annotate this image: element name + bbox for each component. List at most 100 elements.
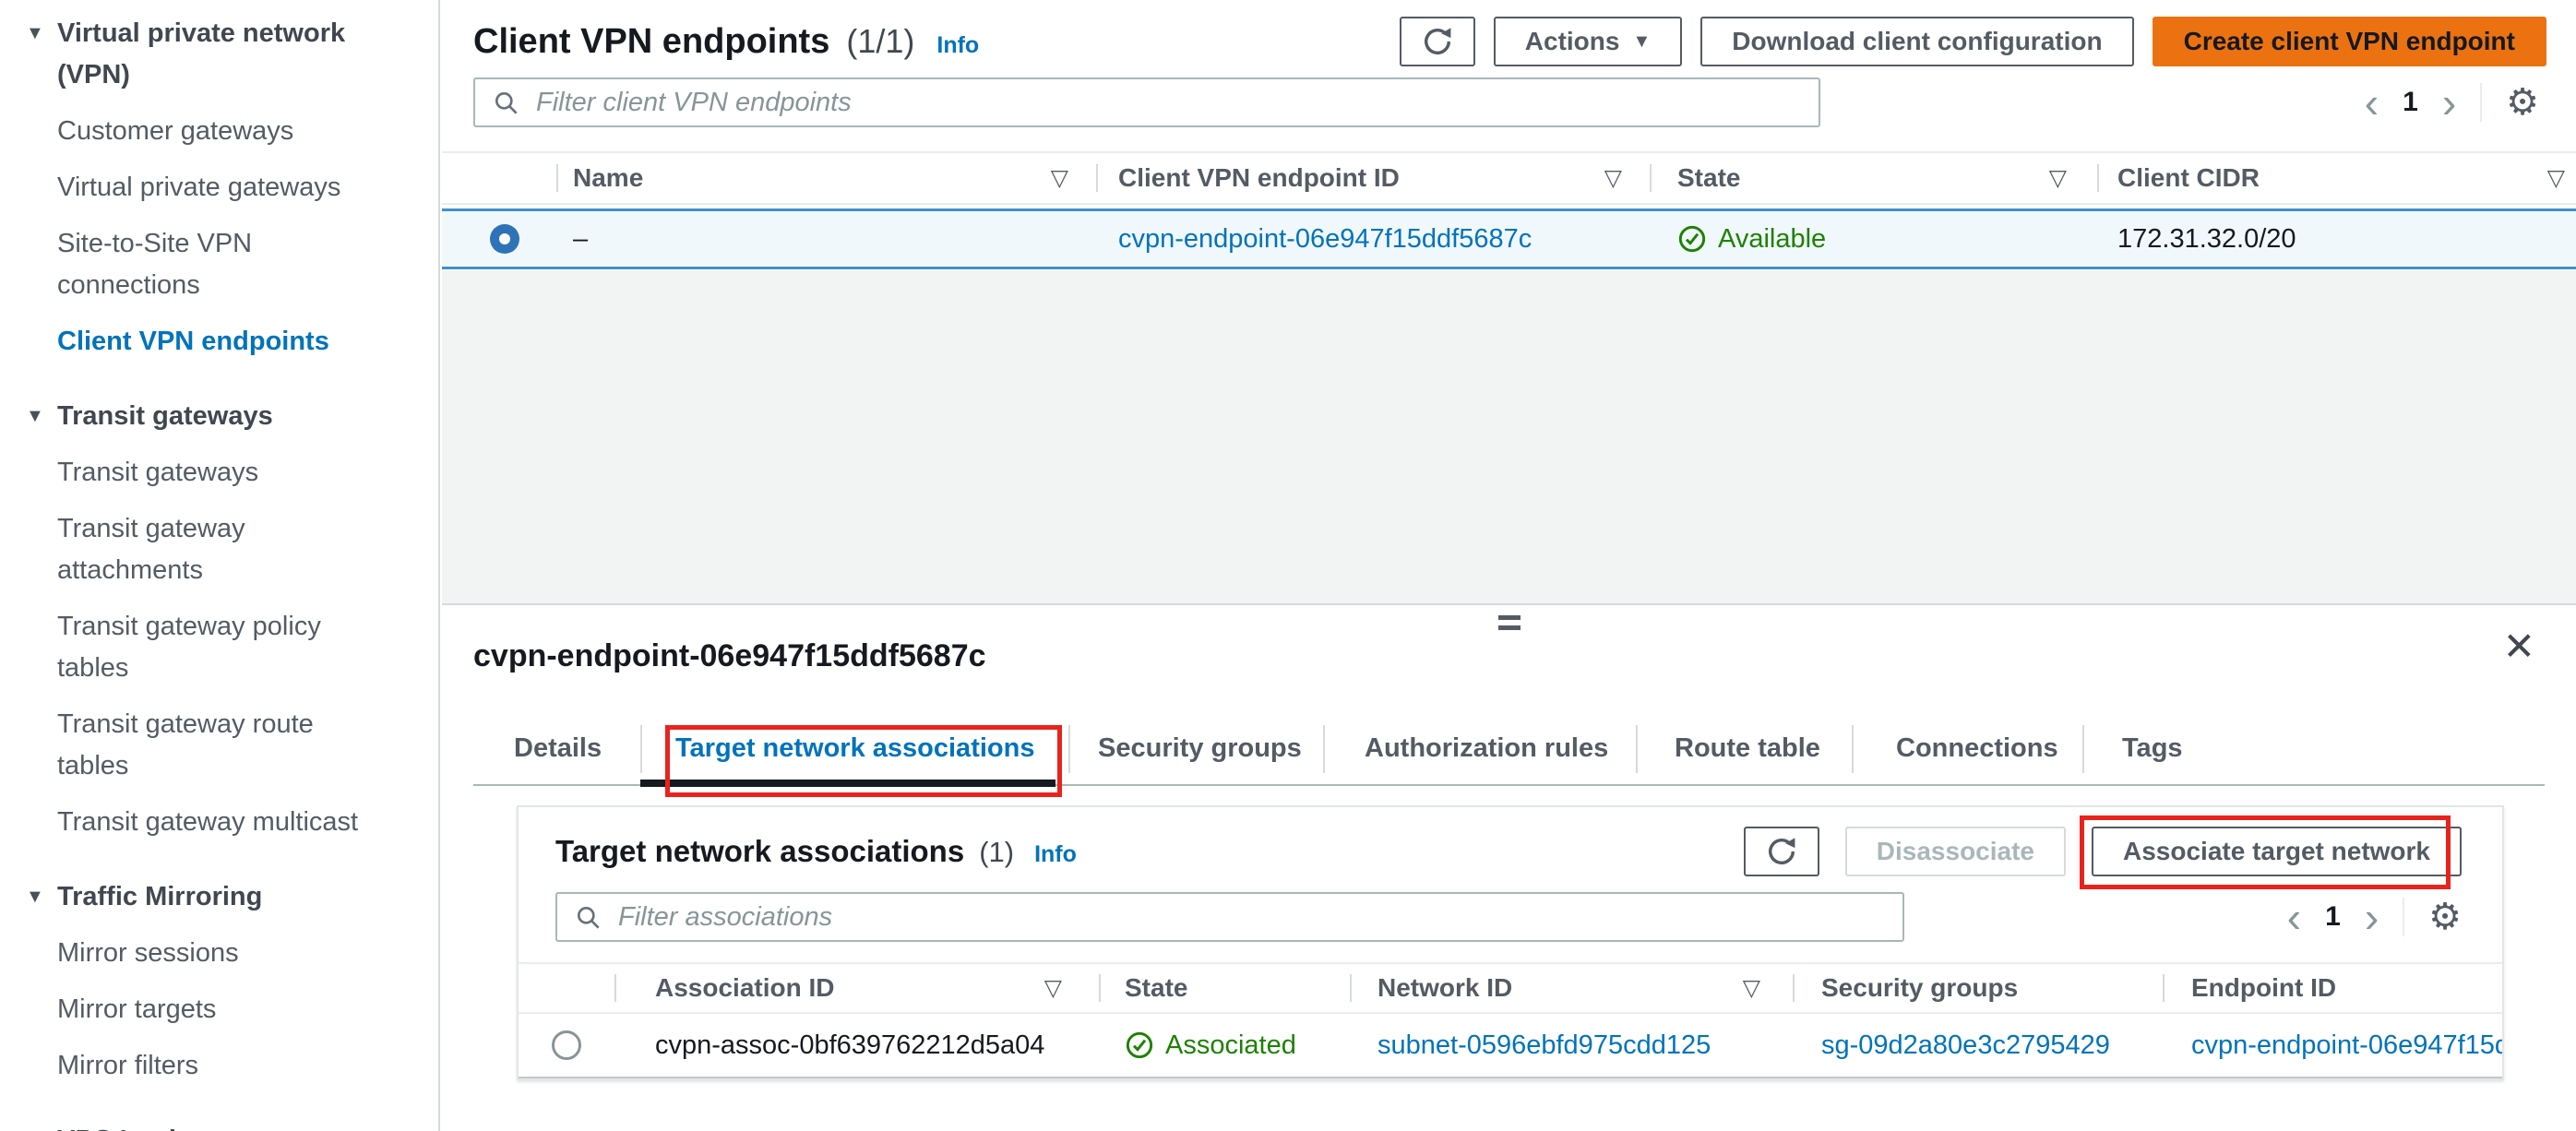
endpoints-filter [473, 77, 1820, 127]
gear-icon[interactable]: ⚙ [2506, 77, 2539, 127]
divider [2082, 725, 2084, 773]
associations-refresh-button[interactable] [1743, 827, 1819, 876]
column-header-name[interactable]: Name ▽ [556, 153, 1096, 203]
divider [2403, 898, 2405, 936]
column-header-association-id[interactable]: Association ID ▽ [614, 964, 1099, 1012]
info-link[interactable]: Info [1034, 841, 1077, 868]
tab-security-groups[interactable]: Security groups [1098, 720, 1302, 777]
download-client-configuration-button[interactable]: Download client configuration [1700, 17, 2134, 66]
sidebar-item-transit-gateway-attachments[interactable]: Transit gateway attachments [57, 508, 380, 591]
sidebar-item-mirror-filters[interactable]: Mirror filters [57, 1045, 380, 1087]
divider [1852, 725, 1854, 773]
caret-down-icon: ▼ [1632, 30, 1652, 52]
sidebar-section-vpc-lattice[interactable]: ▼ VPC Lattice [26, 1120, 438, 1131]
tab-authorization-rules[interactable]: Authorization rules [1365, 720, 1608, 777]
endpoints-filter-input[interactable] [473, 77, 1820, 127]
chevron-left-icon[interactable]: ‹ [2287, 892, 2301, 942]
associations-filter [555, 892, 1904, 942]
column-header-endpoint-id[interactable]: Client VPN endpoint ID ▽ [1096, 153, 1650, 203]
sidebar-item-mirror-targets[interactable]: Mirror targets [57, 989, 380, 1030]
sidebar-item-transit-gateway-multicast[interactable]: Transit gateway multicast [57, 802, 380, 843]
info-link[interactable]: Info [936, 32, 979, 59]
current-page[interactable]: 1 [2325, 901, 2341, 933]
row-radio-selected[interactable] [490, 224, 519, 254]
refresh-button[interactable] [1399, 17, 1475, 66]
associations-table-header: Association ID ▽ State Network ID ▽ Secu… [519, 962, 2502, 1014]
subnet-link[interactable]: subnet-0596ebfd975cdd125 [1377, 1030, 1711, 1061]
card-count: (1) [979, 836, 1015, 868]
endpoint-id-link[interactable]: cvpn-endpoint-06e947f15ddf5687c [2191, 1030, 2502, 1061]
sidebar-item-transit-gateway-route-tables[interactable]: Transit gateway route tables [57, 704, 380, 787]
create-client-vpn-endpoint-button[interactable]: Create client VPN endpoint [2152, 17, 2546, 66]
sidebar-item-customer-gateways[interactable]: Customer gateways [57, 111, 380, 152]
column-header-state[interactable]: State [1099, 964, 1350, 1012]
association-table-row[interactable]: cvpn-assoc-0bf639762212d5a04 Associated … [519, 1014, 2502, 1078]
page-header: Client VPN endpoints (1/1) Info Actions … [473, 0, 2546, 83]
tab-target-network-associations[interactable]: Target network associations [675, 720, 1034, 777]
sidebar-item-transit-gateways[interactable]: Transit gateways [57, 452, 380, 494]
sort-icon[interactable]: ▽ [1051, 164, 1068, 192]
sidebar-section-transit-gateways[interactable]: ▼ Transit gateways [26, 396, 438, 437]
endpoint-id-link[interactable]: cvpn-endpoint-06e947f15ddf5687c [1118, 224, 1532, 255]
sidebar-item-virtual-private-gateways[interactable]: Virtual private gateways [57, 167, 380, 208]
card-title: Target network associations [555, 834, 965, 868]
tab-connections[interactable]: Connections [1896, 720, 2058, 777]
associations-filter-input[interactable] [555, 892, 1904, 942]
sidebar-item-transit-gateway-policy-tables[interactable]: Transit gateway policy tables [57, 606, 380, 689]
sidebar-section-vpn[interactable]: ▼ Virtual private network (VPN) [26, 13, 438, 96]
endpoints-pager: ‹ 1 › ⚙ [2365, 77, 2539, 127]
divider [1636, 725, 1638, 773]
client-cidr-value: 172.31.32.0/20 [2117, 223, 2296, 254]
chevron-left-icon[interactable]: ‹ [2365, 77, 2379, 127]
endpoint-table-row[interactable]: – cvpn-endpoint-06e947f15ddf5687c Availa… [442, 208, 2576, 269]
divider [2163, 974, 2165, 1002]
tab-route-table[interactable]: Route table [1675, 720, 1820, 777]
divider [2480, 83, 2483, 122]
sidebar-section-traffic-mirroring[interactable]: ▼ Traffic Mirroring [26, 876, 438, 918]
chevron-right-icon[interactable]: › [2442, 77, 2456, 127]
status-ok-icon [1678, 225, 1706, 253]
close-icon[interactable]: ✕ [2503, 627, 2535, 666]
chevron-right-icon[interactable]: › [2365, 892, 2379, 942]
column-header-client-cidr[interactable]: Client CIDR ▽ [2097, 153, 2576, 203]
sort-icon[interactable]: ▽ [1743, 974, 1760, 1002]
sidebar-section-label: Transit gateways [57, 401, 273, 431]
expander-icon: ▼ [26, 887, 44, 907]
row-radio[interactable] [552, 1030, 581, 1060]
endpoints-table-header: Name ▽ Client VPN endpoint ID ▽ State ▽ … [442, 151, 2576, 205]
sort-icon[interactable]: ▽ [1604, 164, 1622, 192]
expander-icon: ▼ [26, 406, 44, 426]
divider [640, 725, 642, 773]
target-network-associations-card: Target network associations (1) Info Dis… [517, 805, 2504, 1080]
refresh-icon [1768, 838, 1795, 865]
sidebar-item-client-vpn-endpoints[interactable]: Client VPN endpoints [57, 321, 380, 363]
column-header-state[interactable]: State ▽ [1650, 153, 2097, 203]
disassociate-button[interactable]: Disassociate [1844, 827, 2066, 876]
detail-panel-title: cvpn-endpoint-06e947f15ddf5687c [473, 638, 986, 673]
sidebar-item-site-to-site-vpn-connections[interactable]: Site-to-Site VPN connections [57, 223, 380, 306]
current-page[interactable]: 1 [2403, 87, 2418, 118]
actions-button[interactable]: Actions ▼ [1493, 17, 1683, 66]
tab-tags[interactable]: Tags [2122, 720, 2183, 777]
status-badge: Available [1677, 224, 1826, 255]
associate-target-network-button[interactable]: Associate target network [2092, 827, 2462, 876]
sort-icon[interactable]: ▽ [2547, 164, 2565, 192]
security-group-link[interactable]: sg-09d2a80e3c2795429 [1821, 1030, 2110, 1061]
active-tab-indicator [640, 780, 1055, 787]
sort-icon[interactable]: ▽ [2049, 164, 2067, 192]
association-id-value: cvpn-assoc-0bf639762212d5a04 [655, 1030, 1045, 1060]
column-header-network-id[interactable]: Network ID ▽ [1350, 964, 1793, 1012]
gear-icon[interactable]: ⚙ [2428, 892, 2462, 942]
sort-icon[interactable]: ▽ [1044, 974, 1062, 1002]
column-header-endpoint-id[interactable]: Endpoint ID [2163, 964, 2502, 1012]
drag-handle[interactable] [1497, 615, 1521, 636]
divider [1793, 974, 1795, 1002]
tab-details[interactable]: Details [514, 720, 602, 777]
sidebar-item-mirror-sessions[interactable]: Mirror sessions [57, 933, 380, 974]
aws-vpc-console: ▼ Virtual private network (VPN) Customer… [0, 0, 2576, 1131]
detail-panel: ✕ cvpn-endpoint-06e947f15ddf5687c Detail… [442, 605, 2576, 1131]
divider [1350, 974, 1352, 1002]
sidebar-section-label: Traffic Mirroring [57, 882, 263, 911]
column-header-security-groups[interactable]: Security groups [1793, 964, 2163, 1012]
search-icon [495, 92, 518, 114]
